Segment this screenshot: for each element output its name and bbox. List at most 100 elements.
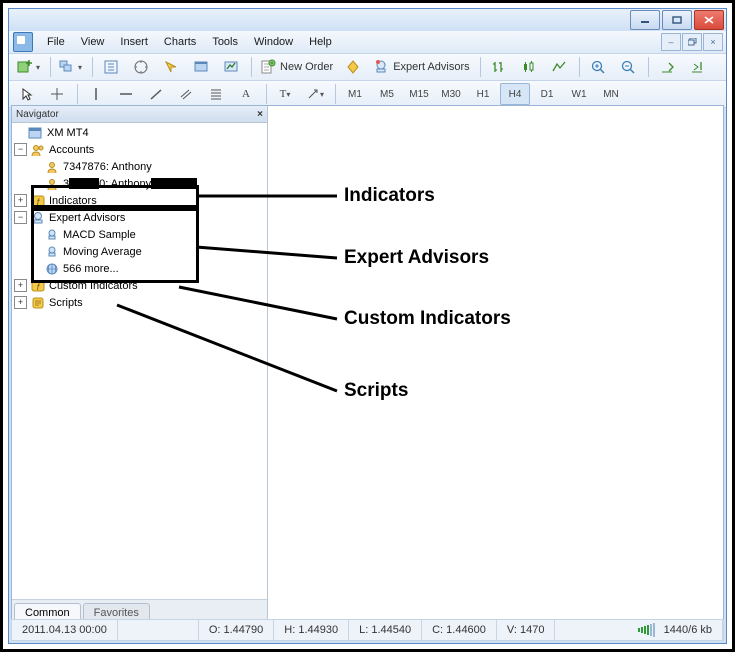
tree-expert-advisors[interactable]: −Expert Advisors [14,209,267,226]
timeframe-m30[interactable]: M30 [436,83,466,105]
navigator-panel: Navigator × XM MT4−Accounts7347876: Anth… [12,106,268,620]
tree-ea-item[interactable]: MACD Sample [14,226,267,243]
cursor-button[interactable] [13,83,41,105]
trendline-button[interactable] [142,83,170,105]
script-icon [30,296,46,310]
menu-charts[interactable]: Charts [156,33,204,51]
tree-scripts[interactable]: +Scripts [14,294,267,311]
ea-icon [30,211,46,225]
expand-toggle[interactable]: − [14,211,27,224]
vertical-line-button[interactable] [82,83,110,105]
equidistant-channel-button[interactable] [172,83,200,105]
expert-advisors-button[interactable]: Expert Advisors [369,56,473,78]
status-connection: 1440/6 kb [628,620,723,640]
timeframe-d1[interactable]: D1 [532,83,562,105]
timeframe-m5[interactable]: M5 [372,83,402,105]
text-button[interactable]: A [232,83,260,105]
horizontal-line-button[interactable] [112,83,140,105]
mdi-close-button[interactable]: × [703,33,723,51]
expand-toggle[interactable]: + [14,194,27,207]
navigator-title: Navigator × [12,106,267,123]
app-window: FileViewInsertChartsToolsWindowHelp – × … [0,0,735,652]
navigator-tree[interactable]: XM MT4−Accounts7347876: Anthony30: Antho… [12,122,267,600]
tree-ea-item[interactable]: Moving Average [14,243,267,260]
zoom-out-button[interactable] [614,56,642,78]
maximize-button[interactable] [662,10,692,30]
toolbar-drawing: A T▾ ▾ M1M5M15M30H1H4D1W1MN [9,80,726,108]
market-watch-button[interactable] [97,56,125,78]
status-connection-text: 1440/6 kb [664,624,712,636]
menu-insert[interactable]: Insert [112,33,156,51]
menu-tools[interactable]: Tools [204,33,246,51]
status-high: H: 1.44930 [274,620,349,640]
menu-help[interactable]: Help [301,33,340,51]
status-low: L: 1.44540 [349,620,422,640]
timeframe-h4[interactable]: H4 [500,83,530,105]
new-chart-button[interactable]: ▾ [13,56,44,78]
text-label-button[interactable]: T▾ [271,83,299,105]
profiles-button[interactable]: ▾ [55,56,86,78]
tree-ea-item[interactable]: 566 more... [14,260,267,277]
tree-indicators[interactable]: +fIndicators [14,192,267,209]
expand-toggle[interactable]: + [14,279,27,292]
account-icon [44,177,60,191]
timeframe-m15[interactable]: M15 [404,83,434,105]
chart-area [268,106,723,620]
chart-line-button[interactable] [545,56,573,78]
fibonacci-button[interactable] [202,83,230,105]
status-volume: V: 1470 [497,620,556,640]
chart-candles-button[interactable] [515,56,543,78]
ind-icon: f [30,194,46,208]
strategy-tester-button[interactable] [217,56,245,78]
terminal-button[interactable] [187,56,215,78]
mdi-minimize-button[interactable]: – [661,33,681,51]
expert-advisors-label: Expert Advisors [393,61,469,73]
mdi-restore-button[interactable] [682,33,702,51]
app-icon [13,32,33,52]
account-icon [44,160,60,174]
eaitem-icon [44,228,60,242]
new-order-label: New Order [280,61,333,73]
window-frame: FileViewInsertChartsToolsWindowHelp – × … [8,8,727,644]
tree-account-item[interactable]: 7347876: Anthony [14,158,267,175]
metaquotes-button[interactable] [339,56,367,78]
new-order-button[interactable]: New Order [256,56,337,78]
tree-root[interactable]: XM MT4 [14,124,267,141]
client-area: Navigator × XM MT4−Accounts7347876: Anth… [11,105,724,621]
accounts-icon [30,143,46,157]
mdi-controls: – × [660,33,723,51]
expand-toggle[interactable]: − [14,143,27,156]
toolbar-main: ▾ ▾ New Order Expert Advisors [9,53,726,80]
data-window-button[interactable] [127,56,155,78]
chart-bars-button[interactable] [485,56,513,78]
arrows-button[interactable]: ▾ [301,83,329,105]
titlebar [9,9,726,31]
expand-toggle[interactable]: + [14,296,27,309]
navigator-tabs: Common Favorites [12,599,267,620]
tree-accounts[interactable]: −Accounts [14,141,267,158]
close-button[interactable] [694,10,724,30]
status-datetime: 2011.04.13 00:00 [12,620,118,640]
navigator-close-button[interactable]: × [257,109,263,120]
menu-file[interactable]: File [39,33,73,51]
ind-icon: f [30,279,46,293]
minimize-button[interactable] [630,10,660,30]
timeframe-mn[interactable]: MN [596,83,626,105]
navigator-button[interactable] [157,56,185,78]
root-icon [28,126,44,140]
auto-scroll-button[interactable] [653,56,681,78]
tree-account-item[interactable]: 30: Anthony [14,175,267,192]
tree-custom-indicators[interactable]: +fCustom Indicators [14,277,267,294]
chart-shift-button[interactable] [683,56,711,78]
status-open: O: 1.44790 [199,620,274,640]
timeframe-m1[interactable]: M1 [340,83,370,105]
status-bar: 2011.04.13 00:00 O: 1.44790 H: 1.44930 L… [11,619,724,641]
menu-view[interactable]: View [73,33,113,51]
crosshair-button[interactable] [43,83,71,105]
zoom-in-button[interactable] [584,56,612,78]
eaitem-icon [44,245,60,259]
timeframe-h1[interactable]: H1 [468,83,498,105]
menu-window[interactable]: Window [246,33,301,51]
timeframe-w1[interactable]: W1 [564,83,594,105]
menubar: FileViewInsertChartsToolsWindowHelp – × [9,31,726,53]
